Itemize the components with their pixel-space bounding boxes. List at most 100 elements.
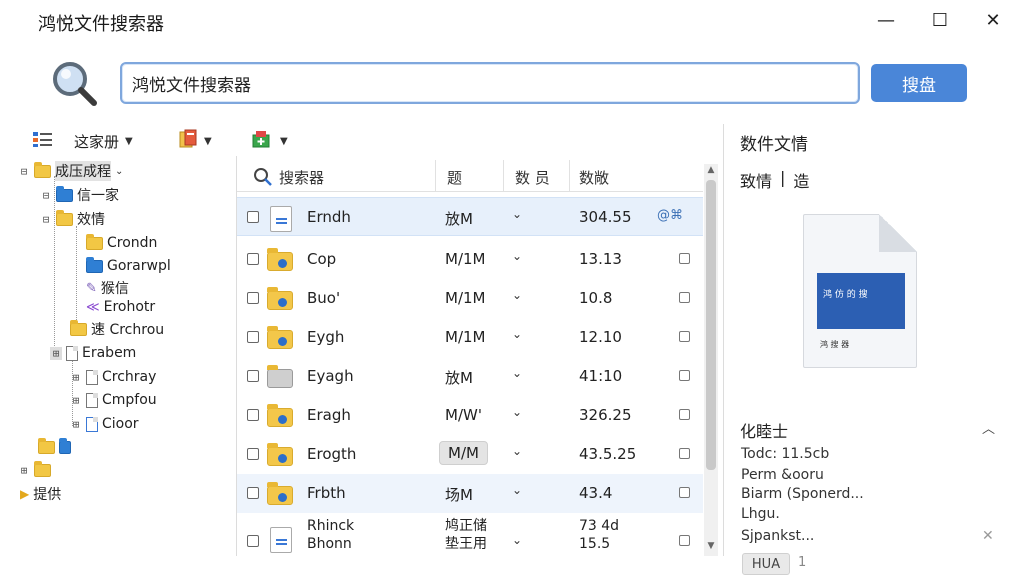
- row-right-checkbox[interactable]: [679, 448, 690, 459]
- search-button[interactable]: 搜盘: [871, 64, 967, 102]
- chevron-down-icon[interactable]: ⌄: [512, 327, 522, 341]
- table-row[interactable]: Eygh M/1M ⌄ 12.10: [237, 318, 703, 357]
- file-size: 13.13: [579, 250, 622, 268]
- expand-icon[interactable]: ⊞: [18, 464, 30, 477]
- expand-icon[interactable]: ⊞: [70, 418, 82, 431]
- expand-icon[interactable]: ⊞: [70, 394, 82, 407]
- tree-item[interactable]: ⊞ Cioor: [70, 413, 139, 435]
- tree-item-label: Crondn: [107, 235, 158, 251]
- file-type: 鸠正储 垫王用: [445, 518, 487, 552]
- folder-icon: [56, 185, 73, 202]
- tree-item[interactable]: 速 Crchrou: [70, 318, 164, 340]
- column-header-size[interactable]: 数敞: [579, 167, 609, 188]
- file-type[interactable]: M/M: [439, 441, 488, 465]
- chevron-down-icon[interactable]: ⌄: [512, 366, 522, 380]
- list-scrollbar[interactable]: ▲ ▼: [704, 164, 718, 556]
- add-item-icon: [250, 129, 274, 153]
- row-checkbox[interactable]: [247, 370, 259, 382]
- collapse-icon[interactable]: ⊟: [18, 165, 30, 178]
- row-right-checkbox[interactable]: [679, 331, 690, 342]
- chevron-down-icon[interactable]: ⌄: [512, 249, 522, 263]
- minimize-button[interactable]: —: [872, 8, 900, 32]
- row-right-checkbox[interactable]: [679, 370, 690, 381]
- row-checkbox[interactable]: [247, 292, 259, 304]
- collapse-icon[interactable]: ⊟: [40, 189, 52, 202]
- property-chip-secondary: 1: [798, 555, 807, 570]
- table-row[interactable]: Rhinck Bhonn 鸠正储 垫王用 ⌄ 73 4d 15.5: [237, 515, 703, 556]
- column-header-count[interactable]: 数 员: [515, 167, 550, 188]
- file-name: Erndh: [307, 208, 351, 226]
- row-right-checkbox[interactable]: [679, 409, 690, 420]
- chevron-down-icon[interactable]: ⌄: [512, 444, 522, 458]
- row-checkbox[interactable]: [247, 409, 259, 421]
- tree-item[interactable]: Gorarwpl: [86, 255, 171, 277]
- file-size: 304.55: [579, 208, 632, 226]
- chevron-down-icon[interactable]: ⌄: [512, 405, 522, 419]
- tree-item[interactable]: ⊞: [18, 459, 55, 481]
- row-checkbox[interactable]: [247, 253, 259, 265]
- chevron-down-icon[interactable]: ⌄: [512, 483, 522, 497]
- row-action-icons[interactable]: @⌘: [657, 208, 683, 223]
- document-icon: [267, 527, 295, 553]
- list-view-icon: [32, 130, 54, 152]
- document-icon: [86, 369, 98, 385]
- file-type: M/1M: [445, 250, 486, 268]
- tree-item[interactable]: ⊟ 效情: [40, 208, 105, 230]
- row-checkbox[interactable]: [247, 487, 259, 499]
- view-mode-dropdown[interactable]: 这家册 ▼: [32, 128, 133, 154]
- table-row[interactable]: Frbth 场M ⌄ 43.4: [237, 474, 703, 513]
- scroll-thumb[interactable]: [706, 180, 716, 470]
- search-input[interactable]: [120, 62, 860, 104]
- expand-icon[interactable]: ⊞: [50, 346, 62, 360]
- row-right-checkbox[interactable]: [679, 487, 690, 498]
- row-right-checkbox[interactable]: [679, 253, 690, 264]
- tree-item-label: Erohotr: [103, 299, 156, 315]
- tree-item[interactable]: ⊞ Crchray: [70, 366, 157, 388]
- expand-arrow-icon[interactable]: ▶: [20, 487, 29, 501]
- chevron-down-icon[interactable]: ⌄: [512, 207, 522, 221]
- expand-icon[interactable]: ⊞: [70, 371, 82, 384]
- table-row[interactable]: Cop M/1M ⌄ 13.13: [237, 240, 703, 279]
- tree-item[interactable]: ⊞ Cmpfou: [70, 389, 157, 411]
- maximize-button[interactable]: ☐: [926, 8, 954, 32]
- document-preview: 鸿 仿 的 搜 鸿 搜 器: [803, 214, 917, 368]
- scroll-up-icon[interactable]: ▲: [704, 165, 718, 179]
- close-icon[interactable]: ✕: [982, 528, 994, 544]
- row-checkbox[interactable]: [247, 211, 259, 223]
- add-dropdown[interactable]: ▼: [250, 128, 288, 154]
- table-row[interactable]: Erogth M/M ⌄ 43.5.25: [237, 435, 703, 474]
- tree-item-label: 提供: [33, 487, 62, 503]
- column-header-type[interactable]: 题: [447, 167, 462, 188]
- chevron-down-icon: ▼: [204, 135, 212, 147]
- close-button[interactable]: ✕: [979, 8, 1007, 32]
- list-header: 搜索器 题 数 员 数敞: [237, 160, 703, 192]
- collapse-icon[interactable]: ⊟: [40, 213, 52, 226]
- tree-item[interactable]: ⊞ Erabem: [50, 342, 136, 364]
- tree-item[interactable]: ⊟ 信一家: [40, 184, 119, 206]
- property-chip[interactable]: HUA: [742, 553, 790, 575]
- copy-dropdown[interactable]: ▼: [178, 128, 212, 154]
- tree-item[interactable]: [38, 436, 75, 458]
- tab-preview[interactable]: 造: [793, 168, 809, 192]
- row-checkbox[interactable]: [247, 331, 259, 343]
- chevron-up-icon[interactable]: ︿: [982, 418, 995, 437]
- file-name: Eragh: [307, 406, 351, 424]
- tree-item[interactable]: Crondn: [86, 232, 157, 254]
- tab-details[interactable]: 致情: [740, 168, 772, 192]
- table-row[interactable]: Buo' M/1M ⌄ 10.8: [237, 279, 703, 318]
- tree-item[interactable]: ⊟ 成压成程 ⌄: [18, 160, 123, 182]
- chevron-down-icon: ▼: [280, 135, 288, 147]
- row-checkbox[interactable]: [247, 448, 259, 460]
- chevron-down-icon[interactable]: ⌄: [512, 533, 522, 547]
- row-right-checkbox[interactable]: [679, 292, 690, 303]
- tree-item[interactable]: ≪ Erohotr: [86, 296, 155, 318]
- row-checkbox[interactable]: [247, 535, 259, 547]
- table-row[interactable]: Erndh 放M ⌄ 304.55 @⌘: [237, 197, 703, 236]
- scroll-down-icon[interactable]: ▼: [704, 541, 718, 555]
- tree-item[interactable]: ▶ 提供: [20, 483, 61, 505]
- column-header-name[interactable]: 搜索器: [279, 167, 324, 188]
- chevron-down-icon[interactable]: ⌄: [512, 288, 522, 302]
- table-row[interactable]: Eyagh 放M ⌄ 41:10: [237, 357, 703, 396]
- table-row[interactable]: Eragh M/W' ⌄ 326.25: [237, 396, 703, 435]
- row-right-checkbox[interactable]: [679, 535, 690, 546]
